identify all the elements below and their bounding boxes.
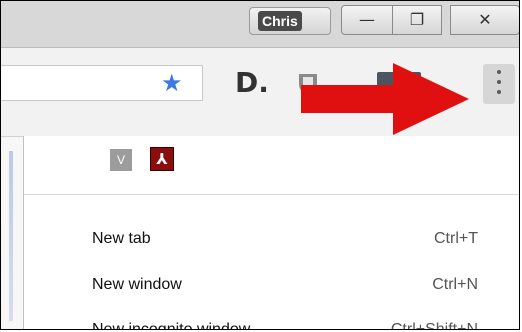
maximize-icon: ❐ — [409, 10, 425, 29]
d-extension-icon[interactable]: D. — [235, 67, 269, 99]
address-bar[interactable]: ★ — [1, 65, 203, 101]
acrobat-pdf-icon[interactable]: ⅄ — [150, 147, 174, 171]
menu-item-shortcut: Ctrl+N — [432, 276, 478, 293]
menu-item-label: New tab — [92, 230, 151, 247]
red-arrow-annotation — [301, 63, 469, 135]
profile-name: Chris — [258, 11, 302, 31]
menu-item-new-tab[interactable]: New tab Ctrl+T — [24, 222, 519, 256]
maximize-button[interactable]: ❐ — [392, 5, 442, 35]
bookmark-star-icon[interactable]: ★ — [161, 69, 183, 97]
menu-item-label: New window — [92, 276, 182, 293]
close-icon: ✕ — [478, 10, 492, 29]
menu-item-shortcut: Ctrl+Shift+N — [390, 321, 478, 330]
page-sidebar-stripe — [9, 151, 13, 321]
title-bar: Chris — ❐ ✕ — [1, 1, 519, 48]
menu-item-shortcut: Ctrl+T — [434, 230, 478, 247]
menu-item-new-incognito-window[interactable]: New incognito window Ctrl+Shift+N — [24, 313, 519, 330]
minimize-icon: — — [359, 10, 375, 29]
menu-item-label: New incognito window — [92, 321, 251, 330]
v-extension-icon[interactable]: V — [110, 149, 132, 171]
menu-extensions-row: V ⅄ — [24, 136, 519, 195]
profile-button[interactable]: Chris — [249, 7, 331, 35]
page-content-edge — [1, 137, 23, 329]
menu-item-new-window[interactable]: New window Ctrl+N — [24, 268, 519, 302]
chrome-menu: V ⅄ New tab Ctrl+T New window Ctrl+N New… — [23, 136, 519, 330]
browser-window: Chris — ❐ ✕ ★ D. V ⅄ New tab Ctrl+T New … — [0, 0, 520, 330]
close-button[interactable]: ✕ — [450, 5, 519, 35]
chrome-menu-button[interactable] — [483, 64, 515, 104]
minimize-button[interactable]: — — [341, 5, 393, 35]
more-vert-icon — [497, 70, 501, 98]
